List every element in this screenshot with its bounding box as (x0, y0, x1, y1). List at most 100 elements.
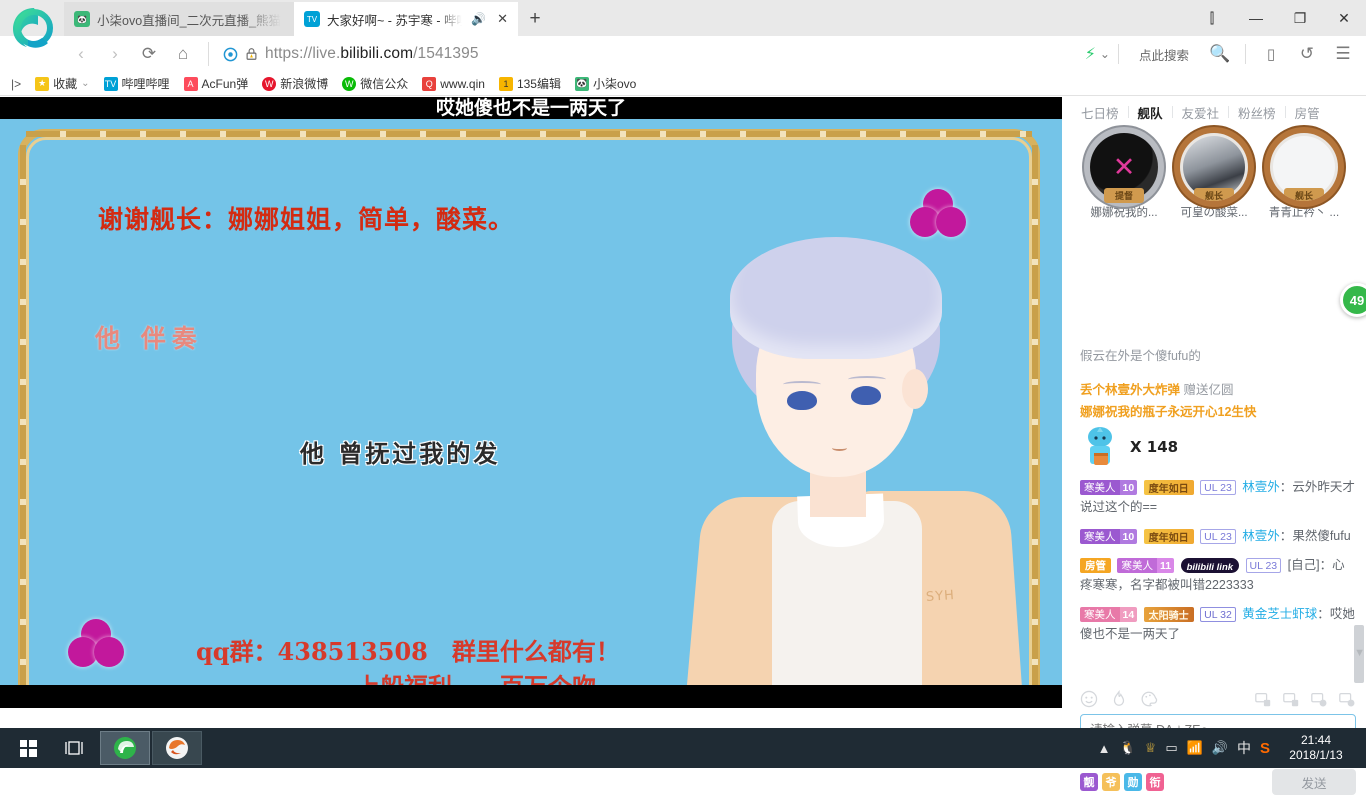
tab-1[interactable]: TV 大家好啊~ - 苏宇寒 - 哔哩哔 🔊 ✕ (294, 2, 518, 36)
bookmark-item-135editor[interactable]: 1 135编辑 (492, 73, 568, 95)
send-button[interactable]: 发送 (1272, 769, 1356, 795)
medal-badge-gold: 舰长 (1180, 133, 1248, 201)
star-icon: ★ (35, 76, 50, 91)
taskbar-app-edge[interactable] (100, 731, 150, 765)
delete-danmaku-icon[interactable] (1254, 690, 1272, 708)
back-button[interactable]: ‹ (64, 37, 98, 71)
menu-icon[interactable]: ☰ (1326, 37, 1360, 71)
ime-chinese-icon[interactable]: 中 (1237, 738, 1251, 758)
edit-danmaku-icon[interactable] (1310, 690, 1328, 708)
divider (1245, 44, 1246, 64)
settings-danmaku-icon[interactable] (1338, 690, 1356, 708)
qq-icon[interactable]: 🐧 (1119, 740, 1135, 756)
emoji-icon[interactable] (1080, 690, 1098, 708)
rank-item-0[interactable]: 提督 娜娜祝我的... (1086, 133, 1162, 220)
chevron-down-icon[interactable]: ⌄ (81, 78, 89, 89)
search-icon[interactable]: 🔍 (1203, 37, 1237, 71)
battery-icon[interactable]: ▭ (1165, 740, 1177, 756)
badge-button-xian[interactable]: 衔 (1146, 773, 1164, 791)
panda-icon: 🐼 (74, 11, 90, 27)
rank-tab-seven-day[interactable]: 七日榜 (1072, 103, 1128, 122)
bookmark-item-qin[interactable]: Q www.qin (415, 73, 492, 95)
lock-warning-icon (246, 48, 257, 60)
bookmark-item-wechat[interactable]: W 微信公众 (335, 73, 415, 95)
chat-username[interactable]: [自己] (1288, 558, 1320, 572)
chat-username[interactable]: 黄金芝士虾球 (1242, 607, 1317, 621)
restore-button[interactable]: ❐ (1278, 0, 1322, 36)
fire-icon[interactable] (1110, 690, 1128, 708)
rank-list: 提督 娜娜祝我的... 舰长 可皇の酸菜... 舰长 青青 (1070, 125, 1366, 224)
bookmark-item-weibo[interactable]: W 新浪微博 (255, 73, 335, 95)
gift-sender: 娜娜祝我的瓶子永远开心12生快 (1080, 405, 1257, 419)
minimize-button[interactable]: — (1234, 0, 1278, 36)
lock-danmaku-icon[interactable] (1282, 690, 1300, 708)
badge-button-xun[interactable]: 勋 (1124, 773, 1142, 791)
address-bar[interactable]: https://live.bilibili.com/1541395 (208, 42, 1085, 66)
rank-tab-fleet[interactable]: 舰队 (1129, 103, 1172, 122)
close-button[interactable]: ✕ (1322, 0, 1366, 36)
rank-item-1[interactable]: 舰长 可皇の酸菜... (1176, 133, 1252, 220)
flash-icon[interactable]: ⚡ (1085, 44, 1096, 64)
home-button[interactable]: ⌂ (166, 37, 200, 71)
collections-button[interactable]: ⫿ (1190, 0, 1234, 36)
overlay-lyric-white: 他 曾抚过我的发 (300, 439, 501, 468)
bookmark-label: 收藏 (53, 77, 78, 91)
bookmark-item-favorites[interactable]: ★ 收藏 ⌄ (28, 73, 96, 95)
chat-username[interactable]: 林壹外 (1242, 529, 1280, 543)
start-button[interactable] (6, 728, 50, 768)
fan-badge: 寒美人 11 (1117, 558, 1175, 574)
medal-ribbon: 舰长 (1284, 188, 1324, 201)
bookmark-label: 微信公众 (360, 77, 409, 91)
edge-icon (114, 737, 136, 759)
chevron-down-icon[interactable]: ⌄ (1100, 47, 1110, 61)
wifi-icon[interactable]: 📶 (1187, 740, 1203, 756)
tab-0[interactable]: 🐼 小柒ovo直播间_二次元直播_熊猫 (64, 2, 294, 36)
fan-badge-name: 寒美人 (1080, 480, 1120, 496)
sogou-icon[interactable]: S (1260, 740, 1270, 757)
history-icon[interactable]: ↺ (1290, 37, 1324, 71)
rank-tab-admin[interactable]: 房管 (1286, 103, 1329, 122)
fan-badge-name: 寒美人 (1117, 558, 1157, 574)
chat-toolbar (1070, 687, 1366, 711)
user-level-badge: UL 23 (1200, 480, 1236, 496)
volume-icon[interactable]: 🔊 (1212, 740, 1228, 756)
firefox-icon (166, 737, 188, 759)
rank-tab-friendship[interactable]: 友爱社 (1173, 103, 1229, 122)
tab-mute-icon[interactable]: 🔊 (471, 12, 486, 26)
palette-icon[interactable] (1140, 690, 1158, 708)
bookmark-item-bilibili[interactable]: TV 哔哩哔哩 (97, 73, 177, 95)
crown-icon[interactable]: ♕ (1145, 740, 1157, 756)
badge-button-liang[interactable]: 靓 (1080, 773, 1098, 791)
task-view-button[interactable] (52, 728, 96, 768)
forward-button[interactable]: › (98, 37, 132, 71)
taskbar-clock[interactable]: 21:44 2018/1/13 (1274, 728, 1358, 768)
page-content: SYH 谢谢舰长：娜娜姐姐，简单，酸菜。 他 伴奏 他 曾抚过我的发 qq群：4… (0, 97, 1366, 795)
bookmark-item-acfun[interactable]: A AcFun弹 (177, 73, 256, 95)
fan-badge: 寒美人 10 (1080, 529, 1138, 545)
new-tab-button[interactable]: + (518, 2, 552, 36)
chevron-down-icon[interactable]: ▼ (1354, 647, 1365, 659)
135-icon: 1 (498, 76, 513, 91)
medal-badge-gold: 舰长 (1270, 133, 1338, 201)
video-surface[interactable]: SYH 谢谢舰长：娜娜姐姐，简单，酸菜。 他 伴奏 他 曾抚过我的发 qq群：4… (0, 119, 1062, 685)
close-icon[interactable]: ✕ (497, 11, 508, 27)
rank-item-2[interactable]: 舰长 青青止衿丶 ... (1266, 133, 1342, 220)
url-scheme: https:// (265, 45, 313, 62)
reload-button[interactable]: ⟳ (132, 37, 166, 71)
chevron-up-icon[interactable]: ▲ (1098, 741, 1111, 756)
phone-icon[interactable]: ▯ (1254, 37, 1288, 71)
url-text: https://live.bilibili.com/1541395 (265, 45, 479, 63)
badge-button-ye[interactable]: 爷 (1102, 773, 1120, 791)
taskbar-app-firefox[interactable] (152, 731, 202, 765)
bookmark-item-xiaoqi[interactable]: 🐼 小柒ovo (568, 73, 643, 95)
floating-count-badge[interactable]: 49 (1340, 283, 1366, 317)
chat-message-list[interactable]: 假云在外是个傻fufu的 丢个林壹外大炸弹 赠送亿圆 娜娜祝我的瓶子永远开心12… (1070, 340, 1366, 684)
bookmark-label: 小柒ovo (592, 77, 637, 91)
bookmark-overflow[interactable]: |> (4, 73, 28, 95)
chat-username[interactable]: 林壹外 (1242, 480, 1280, 494)
overlay-qq-line1: qq群：438513508 群里什么都有！ (196, 637, 620, 666)
search-placeholder[interactable]: 点此搜索 (1127, 45, 1201, 64)
tab-title: 小柒ovo直播间_二次元直播_熊猫 (97, 13, 282, 28)
live-video-player[interactable]: SYH 谢谢舰长：娜娜姐姐，简单，酸菜。 他 伴奏 他 曾抚过我的发 qq群：4… (0, 97, 1062, 708)
rank-tab-fans[interactable]: 粉丝榜 (1229, 103, 1285, 122)
